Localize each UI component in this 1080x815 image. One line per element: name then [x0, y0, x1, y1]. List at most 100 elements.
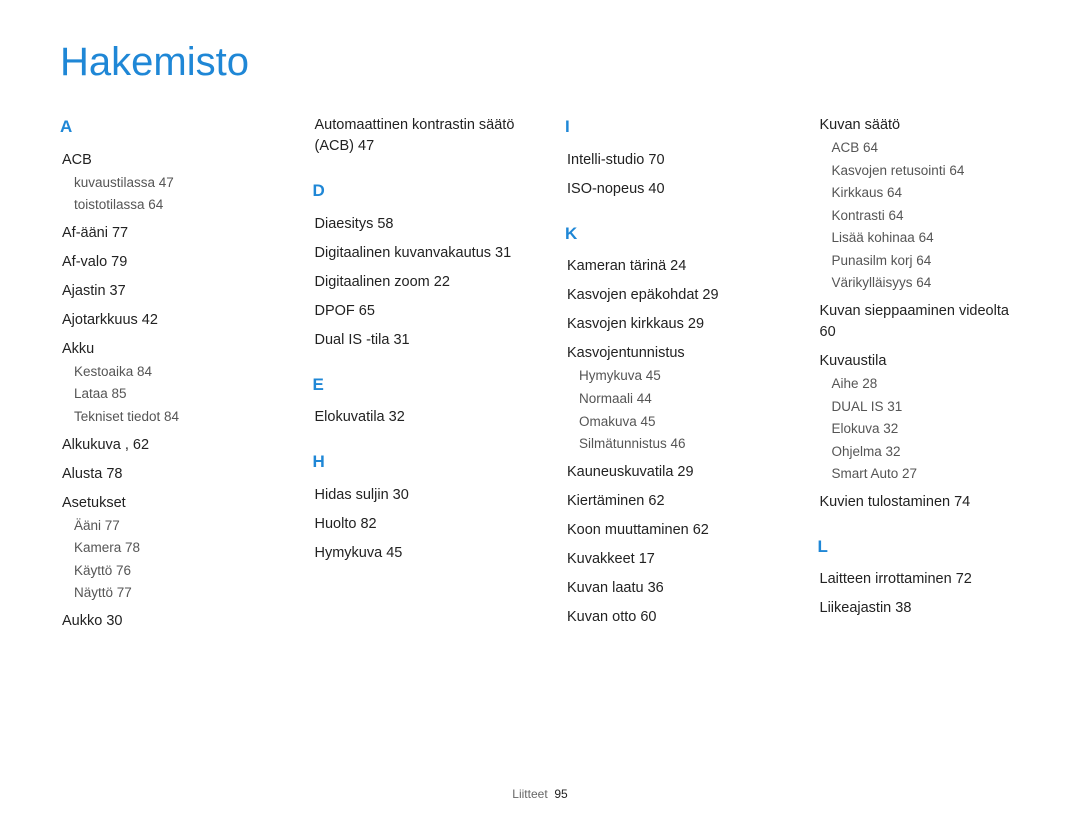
index-subentry: Smart Auto 27 — [832, 464, 1021, 484]
index-entry: Liikeajastin 38 — [818, 598, 1021, 619]
index-page: Hakemisto AACBkuvaustilassa 47toistotila… — [0, 0, 1080, 815]
column-3: IIntelli-studio 70ISO-nopeus 40KKameran … — [565, 115, 768, 640]
page-title: Hakemisto — [60, 40, 1020, 85]
index-entry-line: Liikeajastin 38 — [818, 598, 1021, 619]
index-entry: Diaesitys 58 — [313, 214, 516, 235]
index-subentries: kuvaustilassa 47toistotilassa 64 — [60, 173, 263, 215]
index-entry: KasvojentunnistusHymykuva 45Normaali 44O… — [565, 343, 768, 453]
index-subentry: Aihe 28 — [832, 374, 1021, 394]
footer-page-number: 95 — [554, 787, 567, 801]
index-subentry: Kirkkaus 64 — [832, 183, 1021, 203]
index-letter: E — [313, 373, 516, 398]
index-entry: ACBkuvaustilassa 47toistotilassa 64 — [60, 150, 263, 215]
index-subentry: Ääni 77 — [74, 516, 263, 536]
index-entry: Aukko 30 — [60, 611, 263, 632]
index-entry: Dual IS -tila 31 — [313, 330, 516, 351]
index-entry-line: Intelli-studio 70 — [565, 150, 768, 171]
index-subentry: Punasilm korj 64 — [832, 251, 1021, 271]
index-entry: Ajotarkkuus 42 — [60, 310, 263, 331]
index-subentry: Hymykuva 45 — [579, 366, 768, 386]
index-entry: Kiertäminen 62 — [565, 491, 768, 512]
column-4: Kuvan säätöACB 64Kasvojen retusointi 64K… — [818, 115, 1021, 640]
index-entry-line: Elokuvatila 32 — [313, 407, 516, 428]
index-subentries: Ääni 77Kamera 78 Käyttö 76Näyttö 77 — [60, 516, 263, 603]
index-entry: Kuvan laatu 36 — [565, 578, 768, 599]
index-entry: Huolto 82 — [313, 514, 516, 535]
column-2: Automaattinen kontrastin säätö (ACB) 47 D… — [313, 115, 516, 640]
index-subentry: Omakuva 45 — [579, 412, 768, 432]
index-entry-line: Kuvan otto 60 — [565, 607, 768, 628]
index-letter: H — [313, 450, 516, 475]
index-entry-line: Ajastin 37 — [60, 281, 263, 302]
index-entry: Af-ääni 77 — [60, 223, 263, 244]
index-entry: Kauneuskuvatila 29 — [565, 462, 768, 483]
index-entry-line: Hymykuva 45 — [313, 543, 516, 564]
index-entry-line: Digitaalinen zoom 22 — [313, 272, 516, 293]
index-entry: Kuvakkeet 17 — [565, 549, 768, 570]
index-subentry: Värikylläisyys 64 — [832, 273, 1021, 293]
index-subentry: Kamera 78 — [74, 538, 263, 558]
index-entry-line: Kuvan säätö — [818, 115, 1021, 136]
index-entry-line: Kuvakkeet 17 — [565, 549, 768, 570]
index-entry-line: Alkukuva , 62 — [60, 435, 263, 456]
index-entry-line: ACB — [60, 150, 263, 171]
index-entry: Kuvan otto 60 — [565, 607, 768, 628]
index-letter: I — [565, 115, 768, 140]
index-entry: Laitteen irrottaminen 72 — [818, 569, 1021, 590]
index-entry-line: Af-ääni 77 — [60, 223, 263, 244]
index-subentry: Näyttö 77 — [74, 583, 263, 603]
index-letter: L — [818, 535, 1021, 560]
index-subentry: Lisää kohinaa 64 — [832, 228, 1021, 248]
index-subentry: Lataa 85 — [74, 384, 263, 404]
index-entry-line: DPOF 65 — [313, 301, 516, 322]
index-entry: Af-valo 79 — [60, 252, 263, 273]
index-letter: D — [313, 179, 516, 204]
index-subentry: toistotilassa 64 — [74, 195, 263, 215]
index-entry: Kameran tärinä 24 — [565, 256, 768, 277]
index-entry-line: Laitteen irrottaminen 72 — [818, 569, 1021, 590]
index-entry: Kuvan sieppaaminen videolta 60 — [818, 301, 1021, 343]
index-entry-line: Akku — [60, 339, 263, 360]
index-entry: AsetuksetÄäni 77Kamera 78Käyttö 76Näyttö… — [60, 493, 263, 603]
index-subentries: Kestoaika 84Lataa 85Tekniset tiedot 84 — [60, 362, 263, 427]
index-entry: Automaattinen kontrastin säätö (ACB) 47 — [313, 115, 516, 157]
index-entry: Kasvojen kirkkaus 29 — [565, 314, 768, 335]
index-entry-line: Alusta 78 — [60, 464, 263, 485]
page-footer: Liitteet 95 — [0, 787, 1080, 801]
index-entry-line: Kuvien tulostaminen 74 — [818, 492, 1021, 513]
index-entry-line: Kasvojen kirkkaus 29 — [565, 314, 768, 335]
index-entry: KuvaustilaAihe 28DUAL IS 31Elokuva 32Ohj… — [818, 351, 1021, 484]
index-entry: Elokuvatila 32 — [313, 407, 516, 428]
index-subentry: Kasvojen retusointi 64 — [832, 161, 1021, 181]
index-entry-line: Koon muuttaminen 62 — [565, 520, 768, 541]
index-subentry: DUAL IS 31 — [832, 397, 1021, 417]
index-entry-line: Kiertäminen 62 — [565, 491, 768, 512]
index-entry: Koon muuttaminen 62 — [565, 520, 768, 541]
index-subentries: ACB 64Kasvojen retusointi 64Kirkkaus 64K… — [818, 138, 1021, 293]
index-entry-line: Hidas suljin 30 — [313, 485, 516, 506]
footer-label: Liitteet — [512, 787, 547, 801]
index-entry-line: Digitaalinen kuvanvakautus 31 — [313, 243, 516, 264]
index-subentry: Kontrasti 64 — [832, 206, 1021, 226]
index-entry: Alkukuva , 62 — [60, 435, 263, 456]
index-subentry: Silmätunnistus 46 — [579, 434, 768, 454]
index-entry: Kuvan säätöACB 64Kasvojen retusointi 64K… — [818, 115, 1021, 293]
index-entry-line: Kuvan sieppaaminen videolta 60 — [818, 301, 1021, 343]
index-entry-line: Diaesitys 58 — [313, 214, 516, 235]
index-entry-line: Kuvan laatu 36 — [565, 578, 768, 599]
index-subentry: Käyttö 76 — [74, 561, 263, 581]
index-entry-line: Kameran tärinä 24 — [565, 256, 768, 277]
index-entry-line: Dual IS -tila 31 — [313, 330, 516, 351]
index-entry-line: Af-valo 79 — [60, 252, 263, 273]
index-entry-line: ISO-nopeus 40 — [565, 179, 768, 200]
index-entry-line: Kasvojen epäkohdat 29 — [565, 285, 768, 306]
index-entry: Kasvojen epäkohdat 29 — [565, 285, 768, 306]
index-entry-line: Aukko 30 — [60, 611, 263, 632]
index-entry-line: Kauneuskuvatila 29 — [565, 462, 768, 483]
index-entry: Ajastin 37 — [60, 281, 263, 302]
index-subentry: Elokuva 32 — [832, 419, 1021, 439]
index-entry-line: Huolto 82 — [313, 514, 516, 535]
index-subentries: Aihe 28DUAL IS 31Elokuva 32Ohjelma 32Sma… — [818, 374, 1021, 484]
index-entry: Hidas suljin 30 — [313, 485, 516, 506]
index-entry-line: Ajotarkkuus 42 — [60, 310, 263, 331]
